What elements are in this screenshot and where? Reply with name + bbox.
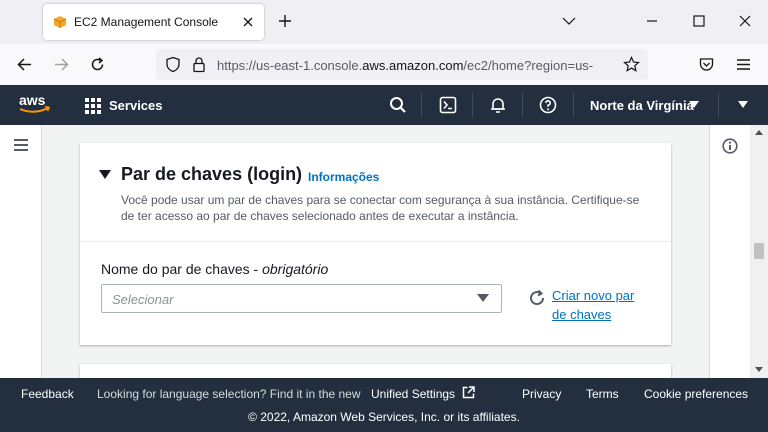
- nav-divider: [718, 93, 719, 117]
- aws-logo-text: aws: [19, 93, 46, 108]
- key-pair-select[interactable]: Selecionar: [101, 284, 502, 313]
- url-text: https://us-east-1.console.aws.amazon.com…: [217, 58, 594, 73]
- nav-divider: [421, 93, 422, 117]
- select-caret-icon: [477, 294, 489, 302]
- chevron-down-icon[interactable]: [562, 14, 576, 28]
- close-icon[interactable]: [240, 14, 256, 30]
- left-side-panel: [0, 125, 42, 378]
- nav-divider: [522, 93, 523, 117]
- lock-icon[interactable]: [192, 56, 206, 73]
- services-menu[interactable]: Services: [109, 98, 163, 113]
- close-window-icon[interactable]: [738, 14, 752, 28]
- external-link-icon[interactable]: [462, 386, 475, 399]
- help-icon[interactable]: [539, 96, 557, 114]
- back-icon[interactable]: [16, 56, 33, 73]
- region-caret-icon[interactable]: [689, 101, 699, 109]
- scroll-thumb[interactable]: [754, 243, 764, 259]
- scroll-down-icon[interactable]: [755, 367, 763, 373]
- privacy-link[interactable]: Privacy: [522, 387, 561, 401]
- cloudshell-icon[interactable]: [439, 96, 457, 114]
- tab-title: EC2 Management Console: [74, 15, 219, 29]
- maximize-icon[interactable]: [692, 14, 706, 28]
- key-pair-description: Você pode usar um par de chaves para se …: [121, 193, 640, 223]
- cookie-preferences-link[interactable]: Cookie preferences: [644, 387, 748, 401]
- refresh-icon[interactable]: [528, 289, 546, 307]
- shield-icon[interactable]: [165, 56, 181, 73]
- key-pair-panel-header: Par de chaves (login) Informações Você p…: [80, 143, 671, 242]
- star-icon[interactable]: [623, 56, 640, 73]
- grid-icon[interactable]: [84, 97, 102, 115]
- aws-logo[interactable]: aws: [18, 92, 52, 120]
- terms-link[interactable]: Terms: [586, 387, 619, 401]
- forward-icon[interactable]: [53, 56, 70, 73]
- minimize-icon[interactable]: [645, 14, 659, 28]
- main-content: Par de chaves (login) Informações Você p…: [42, 125, 709, 384]
- reload-icon[interactable]: [89, 56, 106, 73]
- hamburger-icon[interactable]: [735, 56, 752, 73]
- right-side-panel: [709, 125, 750, 378]
- aws-logo-mark: aws: [19, 92, 51, 113]
- region-selector[interactable]: Norte da Virgínia: [590, 98, 694, 113]
- side-nav-menu-icon[interactable]: [13, 138, 29, 152]
- browser-tab[interactable]: EC2 Management Console: [43, 4, 264, 40]
- key-pair-panel: Par de chaves (login) Informações Você p…: [80, 143, 671, 345]
- info-link[interactable]: Informações: [308, 170, 379, 184]
- plus-icon[interactable]: [277, 13, 293, 29]
- copyright-text: © 2022, Amazon Web Services, Inc. or its…: [248, 410, 520, 424]
- aws-top-nav: aws Services Norte da Virgínia: [0, 85, 768, 125]
- cube-favicon-icon: [53, 16, 67, 28]
- feedback-link[interactable]: Feedback: [21, 387, 74, 401]
- scroll-up-icon[interactable]: [755, 129, 763, 135]
- browser-tab-strip: EC2 Management Console: [0, 0, 768, 44]
- browser-nav-bar: https://us-east-1.console.aws.amazon.com…: [0, 44, 768, 85]
- language-notice: Looking for language selection? Find it …: [97, 387, 361, 401]
- bell-icon[interactable]: [489, 96, 507, 114]
- url-bar[interactable]: https://us-east-1.console.aws.amazon.com…: [156, 49, 648, 80]
- search-icon[interactable]: [389, 96, 407, 114]
- key-pair-name-label: Nome do par de chaves - obrigatório: [101, 261, 329, 277]
- collapse-caret-icon[interactable]: [99, 170, 111, 180]
- nav-divider: [472, 93, 473, 117]
- aws-footer: Feedback Looking for language selection?…: [0, 378, 768, 432]
- caret-down-icon[interactable]: [738, 101, 748, 109]
- pocket-icon[interactable]: [698, 56, 715, 73]
- create-key-pair-link[interactable]: Criar novo par de chaves: [552, 286, 652, 324]
- key-pair-title: Par de chaves (login): [121, 164, 303, 184]
- unified-settings-link[interactable]: Unified Settings: [371, 387, 455, 401]
- page-scrollbar[interactable]: [750, 125, 768, 378]
- info-icon[interactable]: [722, 138, 738, 154]
- select-placeholder: Selecionar: [112, 292, 174, 307]
- nav-divider: [573, 93, 574, 117]
